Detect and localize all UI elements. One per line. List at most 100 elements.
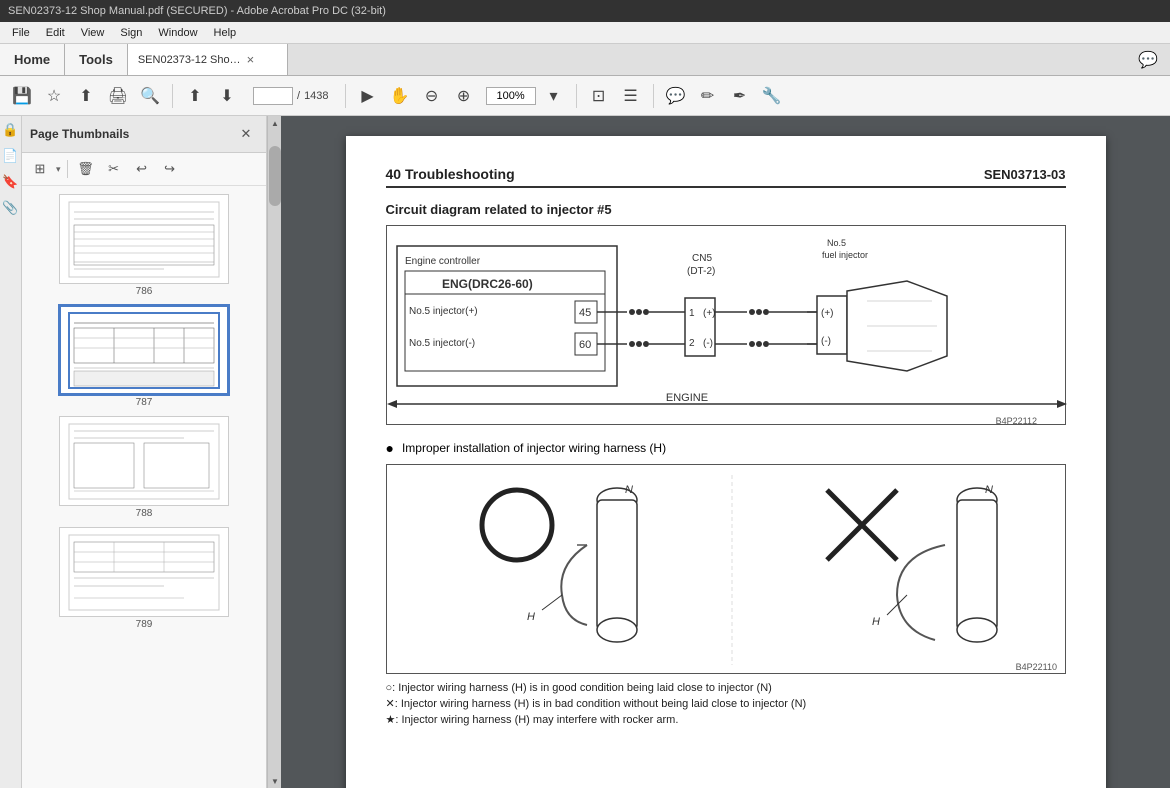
menu-help[interactable]: Help (206, 25, 245, 41)
svg-text:ENG(DRC26-60): ENG(DRC26-60) (442, 277, 533, 291)
share-button[interactable]: ⬆ (72, 82, 100, 110)
svg-text:fuel injector: fuel injector (822, 250, 868, 260)
svg-text:Engine controller: Engine controller (405, 256, 481, 267)
bookmark-button[interactable]: ☆ (40, 82, 68, 110)
thumbnails-header: Page Thumbnails ✕ (22, 116, 266, 153)
thumbnail-img-787 (59, 305, 229, 395)
tab-document[interactable]: SEN02373-12 Sho… × (128, 44, 288, 75)
toolbar: 💾 ☆ ⬆ 🖨 🔍 ⬆ ⬇ 787 / 1438 ▶ ✋ ⊖ ⊕ 100% ▾ … (0, 76, 1170, 116)
menu-window[interactable]: Window (150, 25, 205, 41)
bullet-item: ● Improper installation of injector wiri… (386, 441, 1066, 456)
delete-thumbnail-button[interactable]: 🗑 (74, 157, 98, 181)
zoom-in-button[interactable]: ⊕ (450, 82, 478, 110)
thumbnail-789[interactable]: 789 (39, 527, 249, 630)
next-page-button[interactable]: ⬇ (213, 82, 241, 110)
close-tab-button[interactable]: × (247, 52, 255, 67)
thumbnail-view-button[interactable]: ⊞ (28, 157, 52, 181)
menu-bar: File Edit View Sign Window Help (0, 22, 1170, 44)
thumbnail-label-789: 789 (136, 619, 153, 630)
doc-ref: SEN03713-03 (984, 167, 1066, 182)
watermark-line1: Activate Wind (998, 784, 1106, 788)
bullet-text: Improper installation of injector wiring… (402, 441, 666, 455)
circuit-title: Circuit diagram related to injector #5 (386, 202, 1066, 217)
title-bar: SEN02373-12 Shop Manual.pdf (SECURED) - … (0, 0, 1170, 22)
scroll-mode-button[interactable]: ☰ (617, 82, 645, 110)
save-button[interactable]: 💾 (8, 82, 36, 110)
note-3: ★: Injector wiring harness (H) may inter… (386, 713, 1066, 726)
note-2: ✕: Injector wiring harness (H) is in bad… (386, 697, 1066, 710)
annotate-button[interactable]: ✒ (726, 82, 754, 110)
svg-text:N: N (985, 484, 993, 496)
toolbar-separator-4 (653, 84, 654, 108)
thumb-svg-789 (64, 530, 224, 615)
svg-text:(-): (-) (703, 338, 713, 349)
more-tools-button[interactable]: 🔧 (758, 82, 786, 110)
sidebar-layers-icon[interactable]: 📄 (1, 146, 21, 166)
sidebar-bookmark-icon[interactable]: 🔖 (1, 172, 21, 192)
thumbnails-panel: Page Thumbnails ✕ ⊞ ▾ 🗑 ✂ ↩ ↪ (22, 116, 267, 788)
doc-area[interactable]: 40 Troubleshooting SEN03713-03 Circuit d… (281, 116, 1170, 788)
svg-text:(+): (+) (703, 308, 716, 319)
thumbnail-label-788: 788 (136, 508, 153, 519)
circuit-svg: Engine controller ENG(DRC26-60) No.5 inj… (387, 226, 1067, 426)
thumbnail-786[interactable]: 786 (39, 194, 249, 297)
page-number-input[interactable]: 787 (253, 87, 293, 105)
menu-sign[interactable]: Sign (112, 25, 150, 41)
thumbnail-label-787: 787 (136, 397, 153, 408)
thumb-separator-1 (67, 160, 68, 178)
chat-icon[interactable]: 💬 (1126, 44, 1170, 75)
zoom-level[interactable]: 100% (486, 87, 536, 105)
zoom-dropdown-button[interactable]: ▾ (540, 82, 568, 110)
thumb-svg-787 (64, 308, 224, 393)
fit-page-button[interactable]: ⊡ (585, 82, 613, 110)
menu-view[interactable]: View (73, 25, 113, 41)
svg-text:ENGINE: ENGINE (665, 392, 707, 404)
zoom-out-button[interactable]: ⊖ (418, 82, 446, 110)
hand-tool-button[interactable]: ✋ (386, 82, 414, 110)
svg-text:H: H (527, 611, 535, 623)
thumbnails-scroll[interactable]: 786 (22, 186, 266, 788)
thumbnail-787[interactable]: 787 (39, 305, 249, 408)
prev-page-button[interactable]: ⬆ (181, 82, 209, 110)
thumbnail-label-786: 786 (136, 286, 153, 297)
tab-home[interactable]: Home (0, 44, 65, 75)
tab-document-label: SEN02373-12 Sho… (138, 54, 241, 66)
svg-text:60: 60 (579, 339, 591, 351)
svg-text:No.5 injector(+): No.5 injector(+) (409, 306, 478, 317)
svg-text:H: H (872, 616, 880, 628)
vertical-scrollbar[interactable]: ▲ ▼ (267, 116, 281, 788)
undo-button[interactable]: ↩ (130, 157, 154, 181)
menu-file[interactable]: File (4, 25, 38, 41)
print-button[interactable]: 🖨 (104, 82, 132, 110)
sidebar-attach-icon[interactable]: 📎 (1, 198, 21, 218)
menu-edit[interactable]: Edit (38, 25, 73, 41)
note-1: ○: Injector wiring harness (H) is in goo… (386, 682, 1066, 694)
thumbnails-toolbar: ⊞ ▾ 🗑 ✂ ↩ ↪ (22, 153, 266, 186)
highlight-button[interactable]: ✏ (694, 82, 722, 110)
sidebar-lock-icon[interactable]: 🔒 (1, 120, 21, 140)
page-separator: / (297, 90, 300, 102)
thumbnail-img-788 (59, 416, 229, 506)
scroll-up-arrow[interactable]: ▲ (268, 116, 282, 130)
select-tool-button[interactable]: ▶ (354, 82, 382, 110)
install-svg: N H (387, 465, 1067, 675)
find-button[interactable]: 🔍 (136, 82, 164, 110)
comment-button[interactable]: 💬 (662, 82, 690, 110)
scroll-down-arrow[interactable]: ▼ (268, 774, 282, 788)
close-thumbnails-button[interactable]: ✕ (234, 122, 258, 146)
redo-button[interactable]: ↪ (158, 157, 182, 181)
toolbar-separator-3 (576, 84, 577, 108)
scroll-thumb[interactable] (269, 146, 281, 206)
page-total: 1438 (304, 90, 328, 102)
thumbnail-788[interactable]: 788 (39, 416, 249, 519)
tab-bar: Home Tools SEN02373-12 Sho… × 💬 (0, 44, 1170, 76)
circuit-diagram: Engine controller ENG(DRC26-60) No.5 inj… (386, 225, 1066, 425)
toolbar-separator-1 (172, 84, 173, 108)
tab-tools[interactable]: Tools (65, 44, 128, 75)
page-content: 40 Troubleshooting SEN03713-03 Circuit d… (346, 136, 1106, 788)
main-area: 🔒 📄 🔖 📎 Page Thumbnails ✕ ⊞ ▾ 🗑 ✂ ↩ ↪ (0, 116, 1170, 788)
thumb-svg-786 (64, 197, 224, 282)
extract-thumbnail-button[interactable]: ✂ (102, 157, 126, 181)
svg-text:B4P22110: B4P22110 (1015, 662, 1056, 672)
svg-text:(DT-2): (DT-2) (687, 266, 715, 277)
